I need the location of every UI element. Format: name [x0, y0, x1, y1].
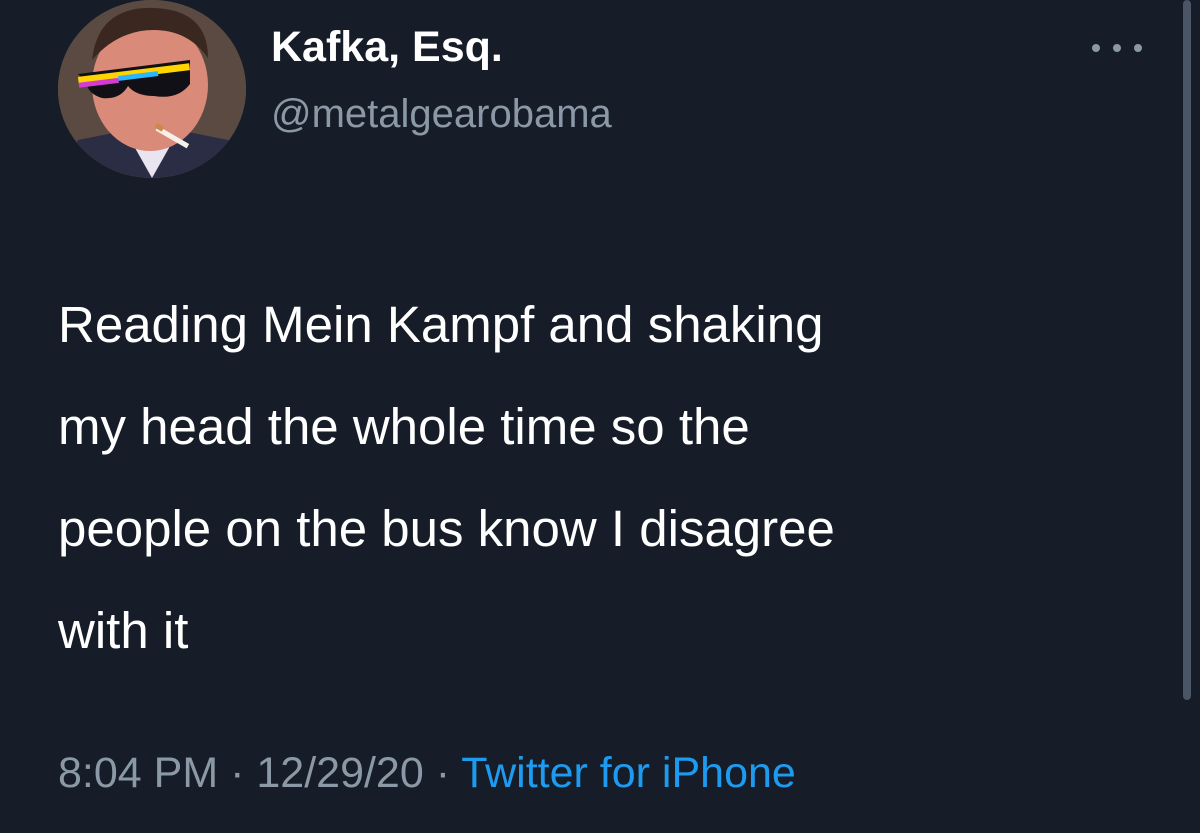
display-name[interactable]: Kafka, Esq. — [271, 26, 503, 69]
scrollbar[interactable] — [1183, 0, 1191, 700]
separator: · — [435, 749, 451, 797]
tweet-source-link[interactable]: Twitter for iPhone — [461, 749, 796, 797]
tweet-date[interactable]: 12/29/20 — [256, 749, 423, 797]
more-options-icon[interactable] — [1092, 36, 1142, 60]
tweet-time[interactable]: 8:04 PM — [58, 749, 218, 797]
separator: · — [230, 749, 245, 797]
dot — [1113, 44, 1121, 52]
dot — [1134, 44, 1142, 52]
avatar[interactable] — [58, 0, 246, 178]
tweet-text: Reading Mein Kampf and shaking my head t… — [58, 296, 835, 659]
tweet-meta: 8:04 PM · 12/29/20 · Twitter for iPhone — [58, 752, 796, 795]
dot — [1092, 44, 1100, 52]
user-handle[interactable]: @metalgearobama — [271, 94, 612, 134]
